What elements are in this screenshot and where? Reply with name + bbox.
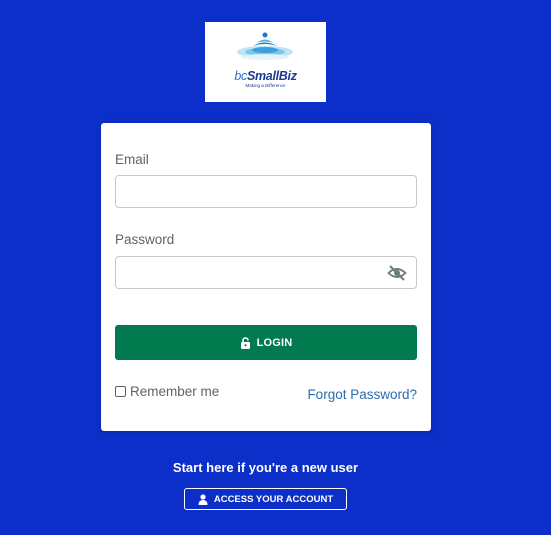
new-user-prompt: Start here if you're a new user (172, 460, 359, 475)
login-button[interactable]: LOGIN (115, 325, 417, 360)
password-visibility-toggle[interactable] (387, 264, 407, 282)
email-field[interactable] (115, 175, 417, 208)
login-button-label: LOGIN (256, 336, 293, 349)
logo-tagline: Making a Difference (245, 83, 286, 88)
access-account-label: ACCESS YOUR ACCOUNT (213, 493, 334, 505)
remember-me[interactable]: Remember me (115, 384, 219, 399)
login-page: bcSmallBiz Making a Difference Email Pas… (0, 0, 551, 535)
access-account-button[interactable]: ACCESS YOUR ACCOUNT (184, 488, 347, 510)
forgot-password-link[interactable]: Forgot Password? (307, 387, 417, 402)
remember-me-label: Remember me (130, 384, 220, 399)
user-icon (198, 493, 208, 505)
water-drop-icon (237, 32, 293, 60)
unlock-icon (240, 336, 250, 349)
email-label: Email (115, 152, 149, 167)
logo-brand: bcSmallBiz (234, 69, 297, 83)
company-logo: bcSmallBiz Making a Difference (205, 22, 326, 102)
login-card: Email Password LOGIN Remember me Forgot … (101, 123, 431, 431)
password-label: Password (115, 232, 175, 247)
eye-slash-icon (387, 265, 407, 281)
remember-me-checkbox[interactable] (115, 386, 126, 397)
password-field[interactable] (115, 256, 417, 289)
